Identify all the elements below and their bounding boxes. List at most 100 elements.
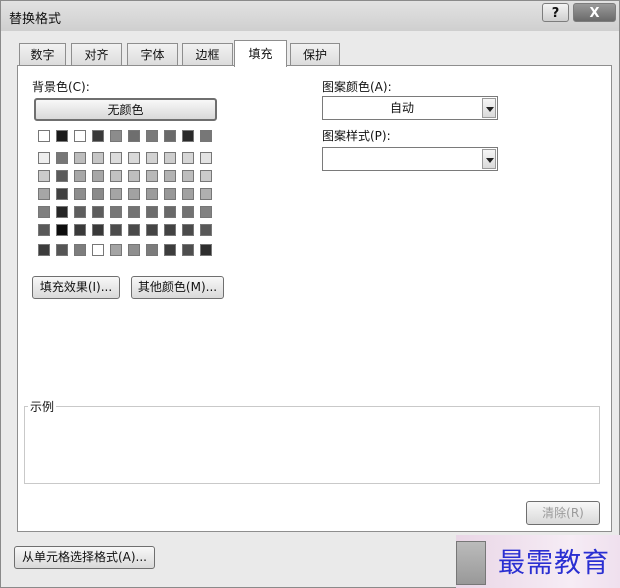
color-swatch[interactable]: [56, 206, 68, 218]
color-swatch[interactable]: [74, 130, 86, 142]
color-swatch[interactable]: [200, 244, 212, 256]
color-swatch[interactable]: [200, 224, 212, 236]
color-swatch[interactable]: [200, 130, 212, 142]
color-swatch[interactable]: [92, 206, 104, 218]
color-swatch[interactable]: [92, 170, 104, 182]
color-swatch[interactable]: [38, 244, 50, 256]
color-swatch[interactable]: [128, 130, 140, 142]
color-swatch[interactable]: [164, 224, 176, 236]
color-swatch[interactable]: [74, 206, 86, 218]
color-swatch[interactable]: [182, 188, 194, 200]
color-swatch[interactable]: [146, 152, 158, 164]
color-swatch[interactable]: [56, 170, 68, 182]
replace-format-dialog: 替换格式 ? X 数字 对齐 字体 边框 填充 保护 背景色(C): 无颜色 填…: [0, 0, 620, 588]
color-swatch[interactable]: [146, 188, 158, 200]
color-swatch[interactable]: [92, 244, 104, 256]
tab-protection[interactable]: 保护: [290, 43, 340, 65]
color-swatch[interactable]: [38, 130, 50, 142]
color-swatch[interactable]: [182, 206, 194, 218]
no-color-button[interactable]: 无颜色: [34, 98, 217, 121]
color-swatch[interactable]: [110, 244, 122, 256]
fill-panel: 背景色(C): 无颜色 填充效果(I)... 其他颜色(M)... 图案颜色(A…: [17, 65, 612, 532]
color-swatch[interactable]: [74, 188, 86, 200]
color-swatch[interactable]: [128, 224, 140, 236]
color-swatch[interactable]: [110, 224, 122, 236]
color-swatch[interactable]: [164, 130, 176, 142]
color-swatch[interactable]: [164, 206, 176, 218]
color-swatch[interactable]: [110, 170, 122, 182]
color-swatch[interactable]: [56, 130, 68, 142]
pattern-style-label: 图案样式(P):: [322, 129, 391, 143]
pattern-color-select[interactable]: 自动: [322, 96, 498, 120]
color-swatch[interactable]: [200, 170, 212, 182]
color-swatch[interactable]: [128, 244, 140, 256]
color-swatch[interactable]: [164, 188, 176, 200]
color-swatch[interactable]: [110, 130, 122, 142]
pattern-style-select[interactable]: [322, 147, 498, 171]
more-colors-button[interactable]: 其他颜色(M)...: [131, 276, 224, 299]
color-swatch[interactable]: [56, 188, 68, 200]
color-swatch[interactable]: [56, 152, 68, 164]
fill-effects-button[interactable]: 填充效果(I)...: [32, 276, 120, 299]
color-swatch[interactable]: [182, 170, 194, 182]
color-swatch[interactable]: [92, 130, 104, 142]
tab-number[interactable]: 数字: [19, 43, 66, 65]
color-swatch[interactable]: [110, 152, 122, 164]
color-swatch[interactable]: [146, 130, 158, 142]
title-bar[interactable]: 替换格式 ? X: [1, 1, 619, 31]
color-swatch[interactable]: [38, 170, 50, 182]
color-swatch[interactable]: [110, 188, 122, 200]
tab-border[interactable]: 边框: [182, 43, 233, 65]
color-swatch[interactable]: [56, 224, 68, 236]
color-swatch[interactable]: [182, 244, 194, 256]
close-button[interactable]: X: [573, 3, 616, 22]
clear-button[interactable]: 清除(R): [526, 501, 600, 525]
tab-alignment[interactable]: 对齐: [71, 43, 122, 65]
color-swatch[interactable]: [92, 224, 104, 236]
color-swatch[interactable]: [38, 152, 50, 164]
color-swatch[interactable]: [74, 170, 86, 182]
color-swatch[interactable]: [146, 170, 158, 182]
watermark-text: 最需教育: [498, 548, 610, 579]
color-swatch[interactable]: [38, 206, 50, 218]
color-swatch[interactable]: [182, 224, 194, 236]
color-swatch[interactable]: [164, 152, 176, 164]
tab-font[interactable]: 字体: [127, 43, 178, 65]
color-swatch[interactable]: [128, 206, 140, 218]
color-swatch[interactable]: [38, 224, 50, 236]
ok-button-fragment: [456, 541, 486, 585]
choose-format-from-cell-button[interactable]: 从单元格选择格式(A)...: [14, 546, 155, 569]
color-swatch[interactable]: [164, 244, 176, 256]
color-swatch[interactable]: [200, 152, 212, 164]
chevron-down-icon[interactable]: [482, 149, 496, 169]
color-swatch[interactable]: [56, 244, 68, 256]
color-swatch[interactable]: [146, 206, 158, 218]
color-swatch[interactable]: [128, 170, 140, 182]
color-swatch[interactable]: [74, 152, 86, 164]
sample-preview: [24, 406, 600, 484]
chevron-down-icon[interactable]: [482, 98, 496, 118]
color-swatch[interactable]: [110, 206, 122, 218]
color-swatch[interactable]: [74, 224, 86, 236]
color-swatch[interactable]: [164, 170, 176, 182]
color-swatch[interactable]: [200, 206, 212, 218]
color-swatch[interactable]: [146, 244, 158, 256]
pattern-style-value: [323, 148, 481, 170]
color-swatch[interactable]: [38, 188, 50, 200]
color-swatch[interactable]: [128, 152, 140, 164]
pattern-color-label: 图案颜色(A):: [322, 80, 392, 94]
window-title: 替换格式: [9, 12, 62, 27]
color-swatch[interactable]: [92, 152, 104, 164]
sample-label: 示例: [28, 398, 57, 415]
help-button[interactable]: ?: [542, 3, 569, 22]
tab-fill[interactable]: 填充: [234, 40, 287, 67]
color-swatch[interactable]: [92, 188, 104, 200]
color-swatch[interactable]: [200, 188, 212, 200]
color-swatch[interactable]: [182, 152, 194, 164]
color-swatch[interactable]: [74, 244, 86, 256]
pattern-color-value: 自动: [389, 101, 414, 115]
color-swatch[interactable]: [182, 130, 194, 142]
background-color-label: 背景色(C):: [32, 80, 90, 94]
color-swatch[interactable]: [146, 224, 158, 236]
color-swatch[interactable]: [128, 188, 140, 200]
